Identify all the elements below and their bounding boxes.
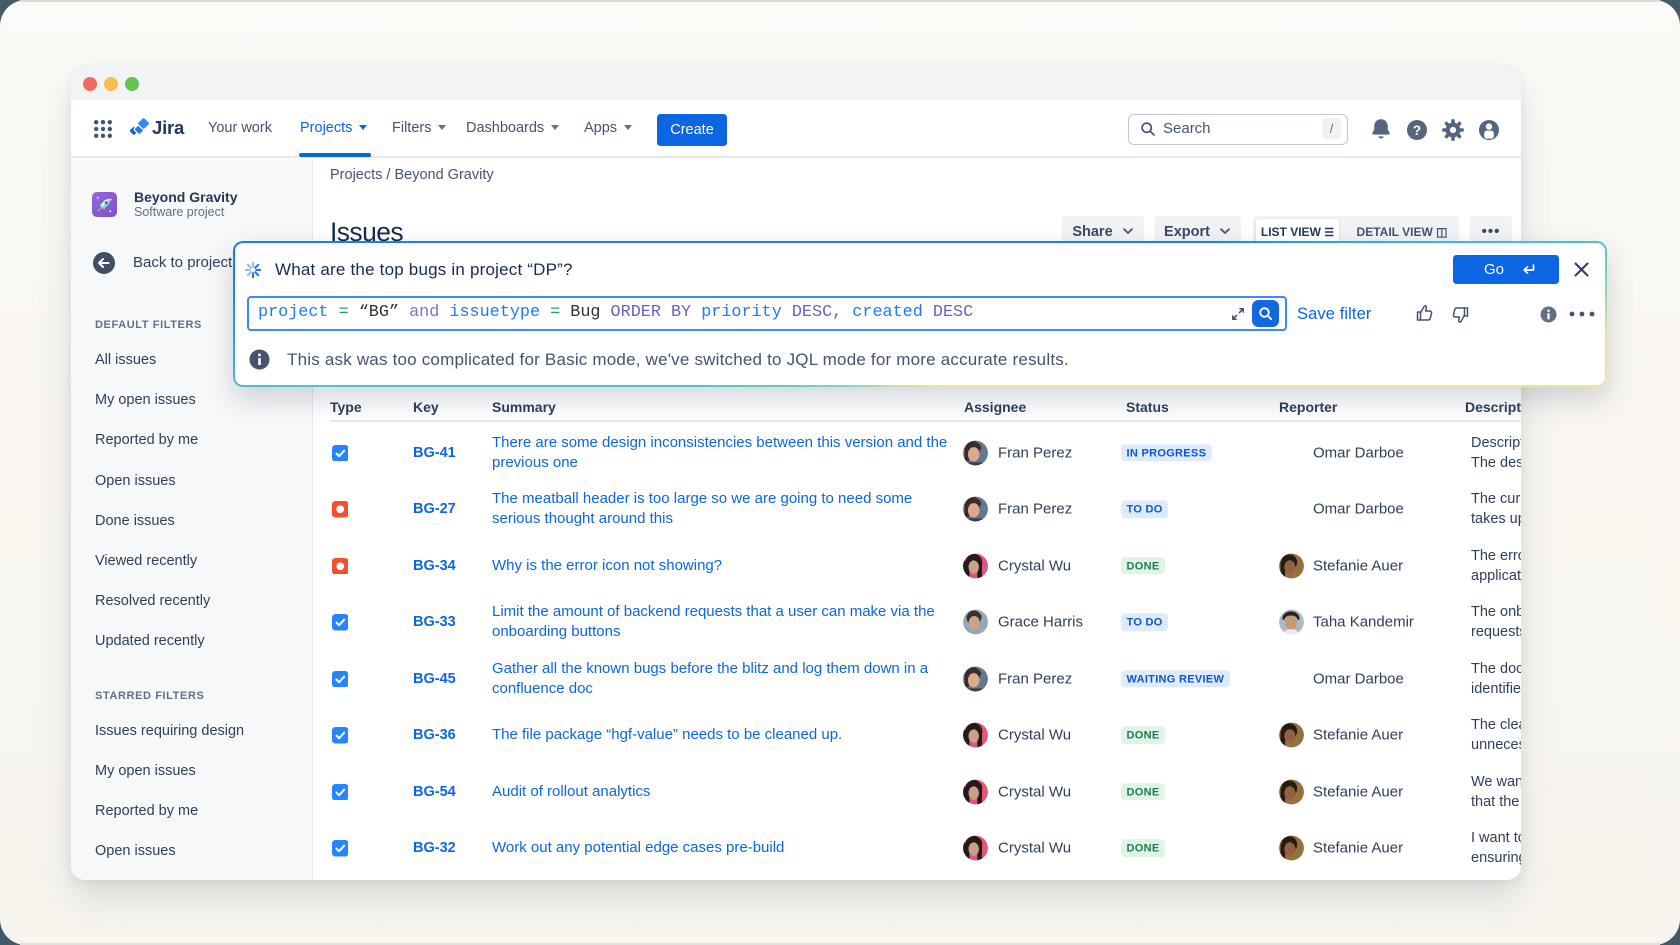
svg-text:?: ?	[1413, 123, 1421, 138]
